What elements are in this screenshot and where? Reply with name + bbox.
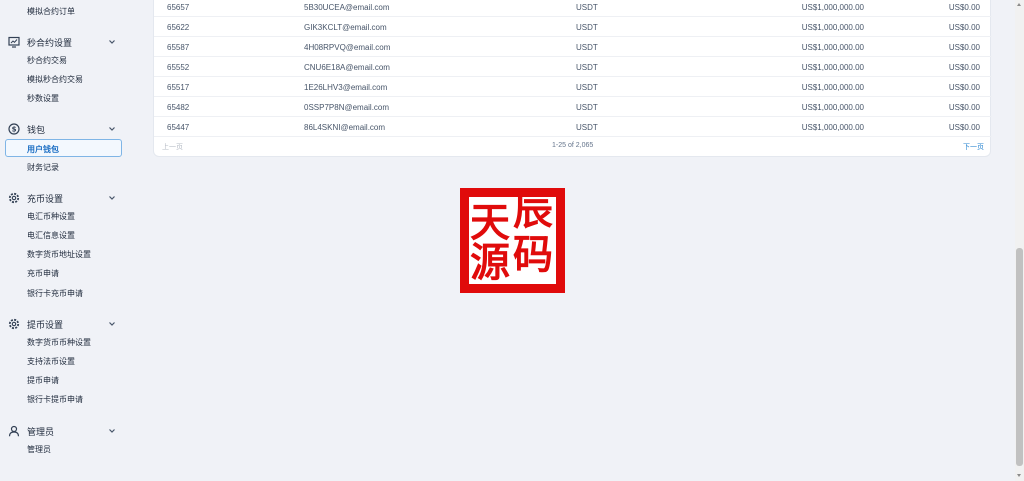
chevron-down-icon — [109, 429, 115, 433]
sidebar-group-label: 秒合约设置 — [27, 37, 73, 48]
table-row[interactable]: 65552 CNU6E18A@email.com USDT US$1,000,0… — [154, 57, 992, 77]
chevron-down-icon — [109, 322, 115, 326]
sidebar-item-wire-currency[interactable]: 电汇币种设置 — [27, 212, 75, 222]
frozen-cell: US$0.00 — [948, 3, 980, 12]
frozen-cell: US$0.00 — [948, 103, 980, 112]
email-cell: GIK3KCLT@email.com — [304, 23, 387, 32]
sidebar-group-second-contract[interactable]: 秒合约设置 — [8, 35, 120, 49]
sidebar-item-sim-second-contract[interactable]: 模拟秒合约交易 — [27, 75, 83, 85]
sidebar-item-fiat-settings[interactable]: 支持法币设置 — [27, 357, 75, 367]
sidebar-item-crypto-address[interactable]: 数字货币地址设置 — [27, 250, 91, 260]
table-row[interactable]: 65447 86L4SKNI@email.com USDT US$1,000,0… — [154, 117, 992, 137]
table-row[interactable]: 65622 GIK3KCLT@email.com USDT US$1,000,0… — [154, 17, 992, 37]
frozen-cell: US$0.00 — [948, 123, 980, 132]
sidebar-group-label: 钱包 — [27, 124, 46, 135]
balance-cell: US$1,000,000.00 — [801, 83, 864, 92]
scroll-thumb[interactable] — [1016, 248, 1023, 466]
table-row[interactable]: 65657 5B30UCEA@email.com USDT US$1,000,0… — [154, 0, 992, 17]
svg-text:$: $ — [12, 126, 17, 134]
user-id-cell: 65447 — [167, 123, 190, 132]
sidebar-item-seconds-setting[interactable]: 秒数设置 — [27, 94, 59, 104]
frozen-cell: US$0.00 — [948, 23, 980, 32]
balance-cell: US$1,000,000.00 — [801, 123, 864, 132]
sidebar-item-sim-contract-orders[interactable]: 模拟合约订单 — [27, 7, 75, 17]
currency-cell: USDT — [576, 123, 598, 132]
currency-cell: USDT — [576, 43, 598, 52]
scroll-down-arrow-icon[interactable] — [1017, 474, 1021, 477]
user-id-cell: 65587 — [167, 43, 190, 52]
email-cell: 86L4SKNI@email.com — [304, 123, 386, 132]
frozen-cell: US$0.00 — [948, 43, 980, 52]
table-row[interactable]: 65517 1E26LHV3@email.com USDT US$1,000,0… — [154, 77, 992, 97]
user-id-cell: 65517 — [167, 83, 190, 92]
scroll-up-arrow-icon[interactable] — [1017, 3, 1021, 6]
seal-char: 源 — [470, 239, 510, 286]
seal-logo: 天 辰 源 码 — [460, 188, 565, 293]
next-page-button[interactable]: 下一页 — [963, 142, 984, 152]
dollar-coin-icon: $ — [8, 123, 20, 135]
pagination: 上一页 1-25 of 2,065 下一页 — [154, 139, 992, 155]
chevron-down-icon — [109, 196, 115, 200]
user-id-cell: 65552 — [167, 63, 190, 72]
user-id-cell: 65622 — [167, 23, 190, 32]
frozen-cell: US$0.00 — [948, 83, 980, 92]
gear-icon — [8, 318, 20, 330]
balance-cell: US$1,000,000.00 — [801, 103, 864, 112]
email-cell: 4H08RPVQ@email.com — [304, 43, 391, 52]
sidebar-item-second-contract-trade[interactable]: 秒合约交易 — [27, 56, 67, 66]
chevron-down-icon — [109, 40, 115, 44]
sidebar-item-user-wallet[interactable]: 用户钱包 — [5, 139, 122, 157]
seal-char: 码 — [513, 231, 553, 278]
prev-page-button[interactable]: 上一页 — [162, 142, 183, 152]
sidebar-item-crypto-currency[interactable]: 数字货币币种设置 — [27, 338, 91, 348]
email-cell: 1E26LHV3@email.com — [304, 83, 388, 92]
balance-cell: US$1,000,000.00 — [801, 23, 864, 32]
sidebar-group-withdraw-settings[interactable]: 提币设置 — [8, 317, 120, 331]
currency-cell: USDT — [576, 3, 598, 12]
sidebar-group-wallet[interactable]: $ 钱包 — [8, 122, 120, 136]
chevron-down-icon — [109, 127, 115, 131]
table-row[interactable]: 65482 0SSP7P8N@email.com USDT US$1,000,0… — [154, 97, 992, 117]
sidebar-group-admin[interactable]: 管理员 — [8, 424, 120, 438]
user-icon — [8, 425, 20, 437]
email-cell: CNU6E18A@email.com — [304, 63, 390, 72]
sidebar-group-label: 管理员 — [27, 426, 55, 437]
sidebar-item-bank-deposit-requests[interactable]: 银行卡充币申请 — [27, 289, 83, 299]
page-scrollbar[interactable] — [1015, 0, 1024, 481]
sidebar-item-deposit-requests[interactable]: 充币申请 — [27, 269, 59, 279]
email-cell: 0SSP7P8N@email.com — [304, 103, 390, 112]
email-cell: 5B30UCEA@email.com — [304, 3, 390, 12]
gear-icon — [8, 192, 20, 204]
sidebar-group-deposit-settings[interactable]: 充币设置 — [8, 191, 120, 205]
balance-cell: US$1,000,000.00 — [801, 3, 864, 12]
user-id-cell: 65657 — [167, 3, 190, 12]
seal-inner: 天 辰 源 码 — [469, 191, 556, 286]
sidebar-item-label: 用户钱包 — [27, 145, 59, 154]
wallet-table-card: 65657 5B30UCEA@email.com USDT US$1,000,0… — [153, 0, 992, 157]
balance-cell: US$1,000,000.00 — [801, 63, 864, 72]
sidebar-item-withdraw-requests[interactable]: 提币申请 — [27, 376, 59, 386]
sidebar-item-finance-records[interactable]: 财务记录 — [27, 163, 59, 173]
table-row[interactable]: 65587 4H08RPVQ@email.com USDT US$1,000,0… — [154, 37, 992, 57]
sidebar: 模拟合约订单 秒合约设置 秒合约交易 模拟秒合约交易 秒数设置 $ 钱包 用户钱… — [0, 0, 133, 481]
chart-board-icon — [8, 36, 20, 48]
currency-cell: USDT — [576, 63, 598, 72]
balance-cell: US$1,000,000.00 — [801, 43, 864, 52]
currency-cell: USDT — [576, 83, 598, 92]
pagination-info: 1-25 of 2,065 — [552, 142, 594, 149]
user-id-cell: 65482 — [167, 103, 190, 112]
currency-cell: USDT — [576, 103, 598, 112]
sidebar-item-wire-info[interactable]: 电汇信息设置 — [27, 231, 75, 241]
sidebar-item-administrators[interactable]: 管理员 — [27, 445, 51, 455]
sidebar-group-label: 提币设置 — [27, 319, 64, 330]
frozen-cell: US$0.00 — [948, 63, 980, 72]
sidebar-group-label: 充币设置 — [27, 193, 64, 204]
seal-char: 天 — [470, 199, 510, 246]
currency-cell: USDT — [576, 23, 598, 32]
seal-char: 辰 — [513, 187, 553, 234]
sidebar-item-bank-withdraw-requests[interactable]: 银行卡提币申请 — [27, 395, 83, 405]
